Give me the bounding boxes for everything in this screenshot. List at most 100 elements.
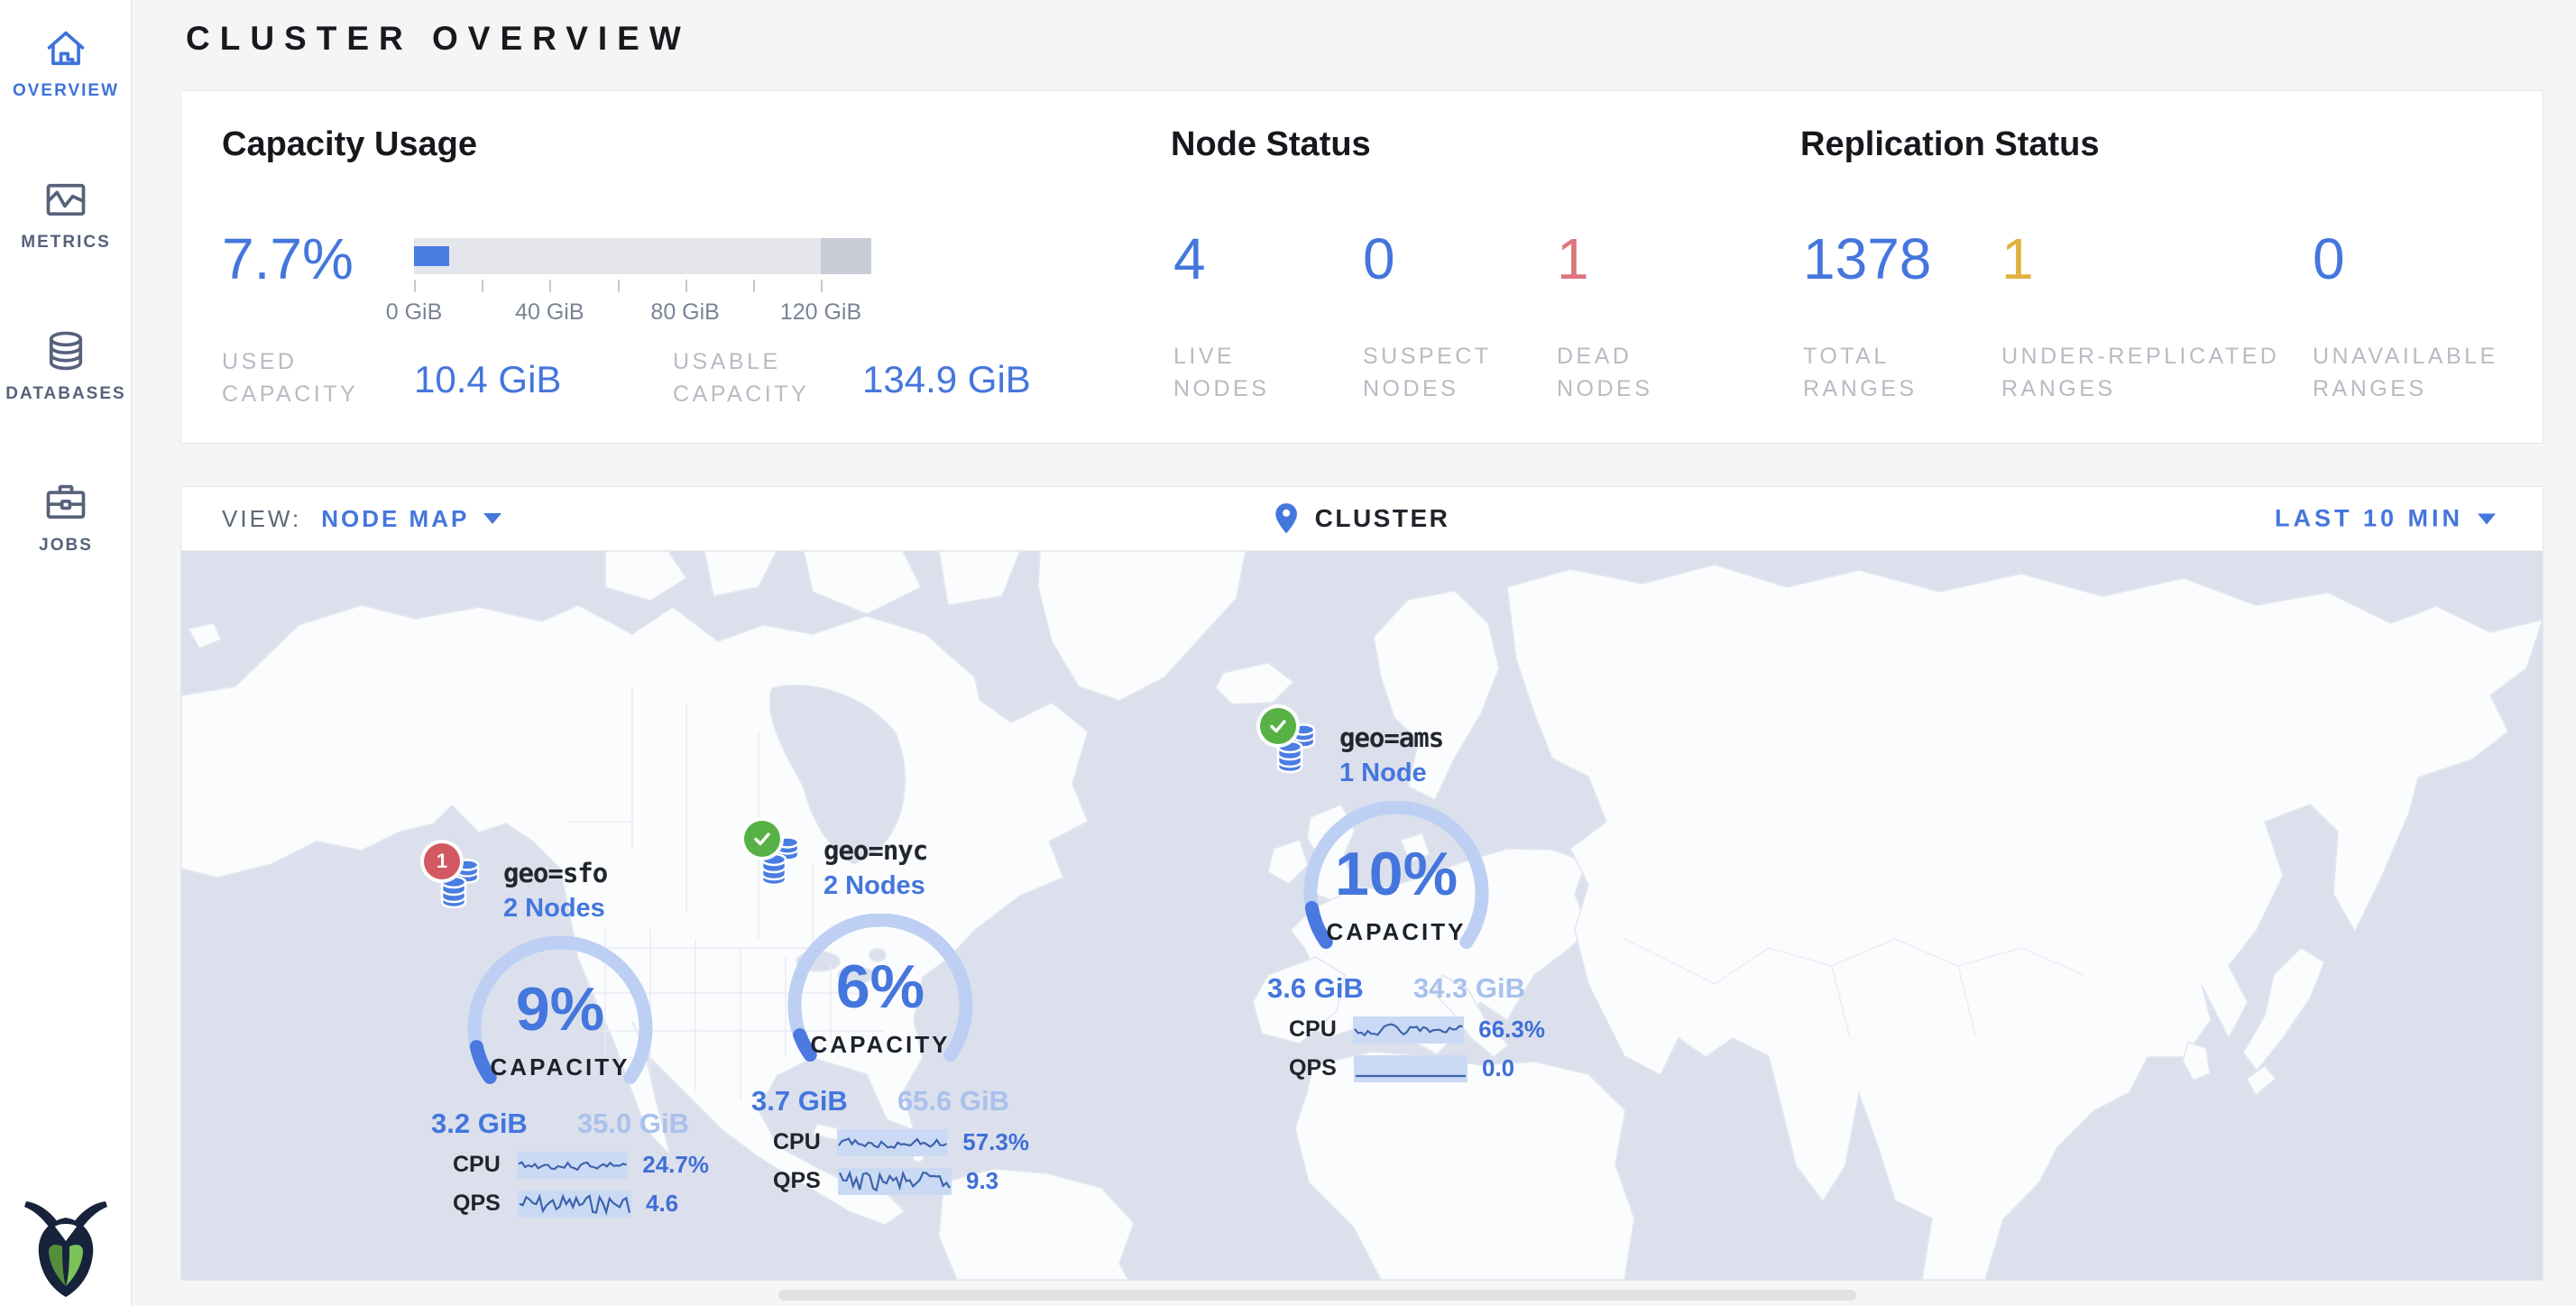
gauge-percent: 9% [411, 974, 709, 1044]
sidebar-item-databases[interactable]: DATABASES [0, 328, 132, 404]
cpu-label: CPU [453, 1152, 510, 1178]
horizontal-scrollbar[interactable] [778, 1290, 1856, 1301]
healthy-badge [744, 821, 780, 857]
page-title: CLUSTER OVERVIEW [186, 20, 691, 58]
locality-name: geo=sfo [503, 858, 607, 888]
cockroachdb-logo [23, 1194, 109, 1301]
location-pin-icon [1274, 502, 1299, 535]
usable-capacity-value: 134.9 GiB [862, 358, 1031, 401]
cluster-overview-page: OVERVIEW METRICS DATABASES JOBS [0, 0, 2576, 1306]
total-ranges-stat: 1378 TOTAL RANGES [1803, 226, 1931, 405]
qps-value: 0.0 [1482, 1054, 1514, 1082]
cpu-sparkline [837, 1129, 949, 1156]
node-map: 1 geo=sfo [181, 551, 2543, 1280]
capacity-bar-tick-labels: 0 GiB 40 GiB 80 GiB 120 GiB [414, 299, 871, 326]
capacity-gauge: 10% CAPACITY [1247, 801, 1545, 969]
capacity-bar-track [414, 238, 871, 274]
time-range-dropdown[interactable]: LAST 10 MIN [2275, 505, 2496, 533]
locality-name: geo=ams [1339, 722, 1443, 753]
gauge-capacity-label: CAPACITY [1247, 918, 1545, 946]
metrics-icon [42, 177, 89, 224]
under-replicated-ranges-stat: 1 UNDER-REPLICATED RANGES [2001, 226, 2279, 405]
usable-capacity: 34.3 GiB [1413, 972, 1525, 1005]
tick-label: 80 GiB [650, 299, 719, 326]
capacity-bar-reserved [821, 238, 871, 274]
node-status-title: Node Status [1171, 125, 1371, 164]
tick-label: 40 GiB [515, 299, 584, 326]
cpu-label: CPU [1289, 1016, 1346, 1043]
locality-node-count: 1 Node [1339, 759, 1443, 788]
map-toolbar: VIEW: NODE MAP CLUSTER LAST 10 MIN [181, 487, 2543, 551]
qps-label: QPS [453, 1191, 511, 1217]
qps-sparkline [838, 1168, 952, 1195]
sidebar-item-label: OVERVIEW [13, 81, 119, 101]
qps-value: 9.3 [966, 1167, 998, 1195]
cpu-value: 66.3% [1478, 1016, 1545, 1044]
capacity-percent-stat: 7.7% [222, 226, 354, 291]
capacity-percent-value: 7.7% [222, 226, 354, 291]
chevron-down-icon [483, 513, 501, 524]
dead-node-count-badge: 1 [424, 843, 460, 879]
used-capacity: 3.2 GiB [431, 1108, 528, 1140]
healthy-badge [1260, 708, 1296, 744]
capacity-bar: 0 GiB 40 GiB 80 GiB 120 GiB [414, 238, 871, 326]
gauge-percent: 6% [731, 952, 1029, 1022]
used-capacity-label: USED CAPACITY [222, 345, 358, 410]
sidebar-item-label: JOBS [39, 536, 93, 556]
jobs-icon [42, 480, 89, 527]
used-capacity: 3.7 GiB [751, 1085, 848, 1117]
check-icon [751, 828, 773, 850]
usable-capacity: 35.0 GiB [577, 1108, 689, 1140]
unavailable-ranges-stat: 0 UNAVAILABLE RANGES [2313, 226, 2498, 405]
home-icon [42, 25, 89, 72]
capacity-bar-fill [414, 246, 449, 266]
qps-label: QPS [1289, 1055, 1347, 1081]
dead-nodes-stat: 1 DEAD NODES [1557, 226, 1652, 405]
cluster-summary-card: Capacity Usage Node Status Replication S… [180, 90, 2544, 444]
locality-node-count: 2 Nodes [503, 894, 607, 924]
qps-label: QPS [773, 1168, 831, 1194]
cpu-sparkline [1353, 1016, 1465, 1044]
capacity-usage-title: Capacity Usage [222, 125, 477, 164]
used-capacity: 3.6 GiB [1267, 972, 1364, 1005]
live-nodes-stat: 4 LIVE NODES [1173, 226, 1269, 405]
usable-capacity-label: USABLE CAPACITY [673, 345, 809, 410]
usable-capacity: 65.6 GiB [897, 1085, 1009, 1117]
capacity-bar-ticks [414, 280, 871, 294]
gauge-capacity-label: CAPACITY [411, 1053, 709, 1081]
gauge-percent: 10% [1247, 839, 1545, 909]
tick-label: 120 GiB [780, 299, 861, 326]
qps-sparkline [518, 1191, 631, 1218]
gauge-capacity-label: CAPACITY [731, 1031, 1029, 1059]
view-dropdown[interactable]: NODE MAP [321, 505, 501, 533]
suspect-nodes-stat: 0 SUSPECT NODES [1363, 226, 1492, 405]
sidebar-item-metrics[interactable]: METRICS [0, 177, 132, 253]
sidebar-item-overview[interactable]: OVERVIEW [0, 25, 132, 101]
cpu-value: 57.3% [962, 1128, 1029, 1156]
breadcrumb-cluster: CLUSTER [1315, 504, 1450, 533]
used-capacity-value: 10.4 GiB [414, 358, 561, 401]
locality-geo-nyc[interactable]: geo=nyc 2 Nodes 6% CAPACITY 3.7 GiB 65.6… [731, 835, 1029, 1195]
sidebar-item-label: METRICS [21, 233, 111, 253]
chevron-down-icon [2478, 513, 2496, 524]
cpu-sparkline [517, 1152, 629, 1179]
replication-status-title: Replication Status [1800, 125, 2100, 164]
cpu-label: CPU [773, 1129, 830, 1155]
databases-icon [42, 328, 89, 375]
node-map-card: VIEW: NODE MAP CLUSTER LAST 10 MIN [180, 486, 2544, 1281]
capacity-gauge: 6% CAPACITY [731, 914, 1029, 1081]
qps-sparkline [1354, 1055, 1467, 1082]
locality-geo-ams[interactable]: geo=ams 1 Node 10% CAPACITY 3.6 GiB 34.3… [1247, 722, 1545, 1082]
locality-node-count: 2 Nodes [823, 871, 927, 901]
sidebar: OVERVIEW METRICS DATABASES JOBS [0, 0, 132, 1306]
cpu-value: 24.7% [642, 1151, 709, 1179]
sidebar-item-label: DATABASES [5, 384, 125, 404]
breadcrumb[interactable]: CLUSTER [1274, 502, 1450, 535]
view-label: VIEW: [222, 505, 301, 533]
capacity-gauge: 9% CAPACITY [411, 936, 709, 1104]
locality-geo-sfo[interactable]: 1 geo=sfo [411, 858, 709, 1218]
tick-label: 0 GiB [386, 299, 443, 326]
sidebar-item-jobs[interactable]: JOBS [0, 480, 132, 556]
check-icon [1267, 715, 1289, 737]
qps-value: 4.6 [646, 1190, 678, 1218]
